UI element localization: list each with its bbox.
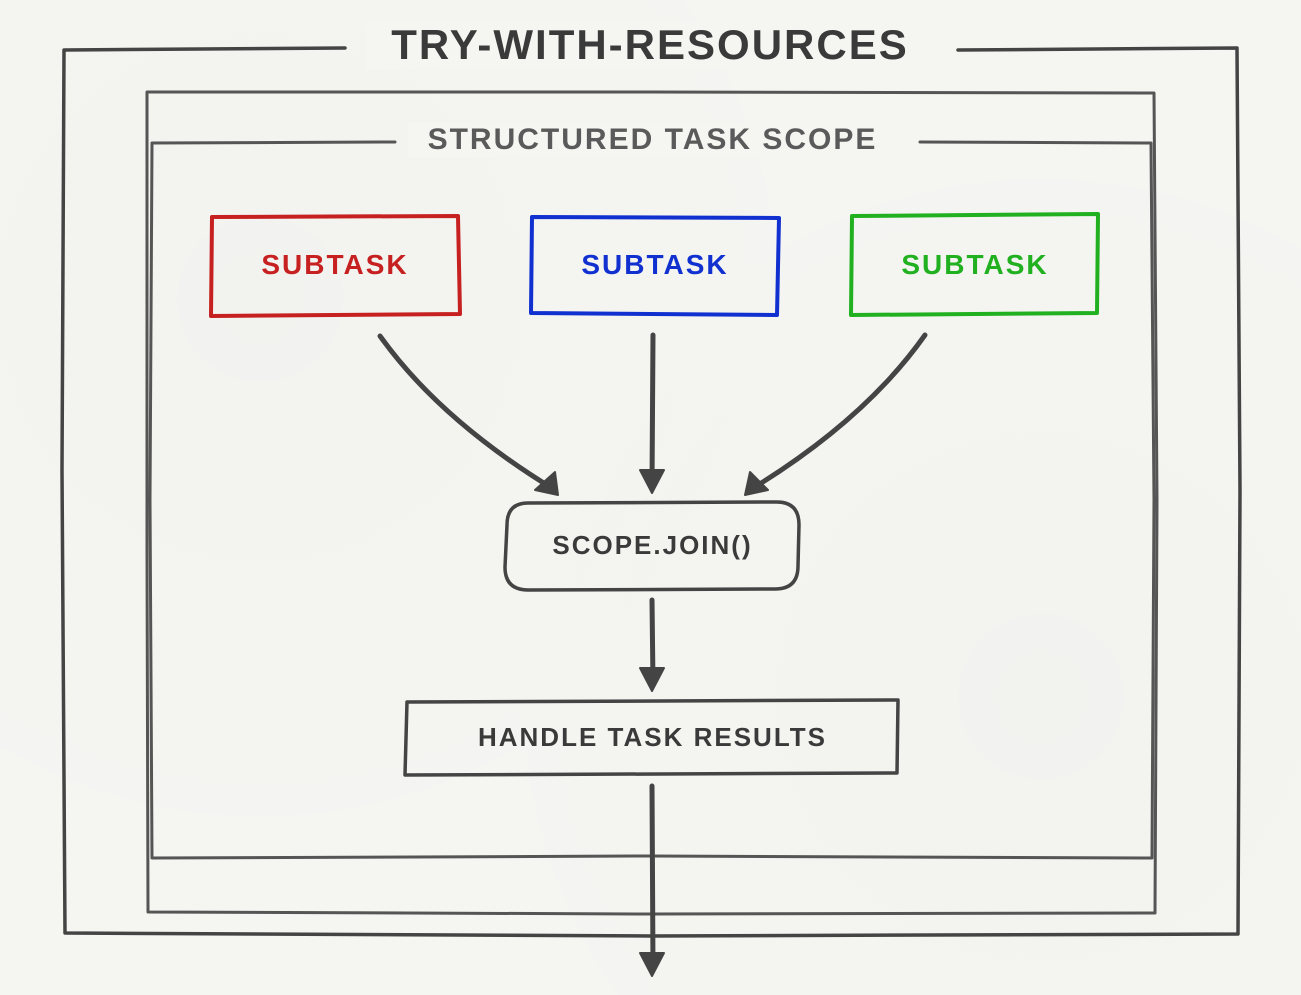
subtask-label: SUBTASK (261, 249, 408, 281)
subtask-box-red: SUBTASK (210, 215, 460, 315)
scope-box-title: STRUCTURED TASK SCOPE (408, 123, 898, 157)
subtask-box-green: SUBTASK (850, 215, 1100, 315)
join-label: SCOPE.JOIN() (552, 530, 752, 561)
outer-box-title: TRY-WITH-RESOURCES (366, 21, 933, 69)
diagram-canvas: TRY-WITH-RESOURCES STRUCTURED TASK SCOPE… (0, 0, 1301, 995)
scope-join-box: SCOPE.JOIN() (505, 500, 800, 590)
subtask-label: SUBTASK (901, 249, 1048, 281)
results-label: HANDLE TASK RESULTS (478, 722, 827, 753)
handle-results-box: HANDLE TASK RESULTS (405, 700, 900, 775)
subtask-label: SUBTASK (581, 249, 728, 281)
subtask-box-blue: SUBTASK (530, 215, 780, 315)
